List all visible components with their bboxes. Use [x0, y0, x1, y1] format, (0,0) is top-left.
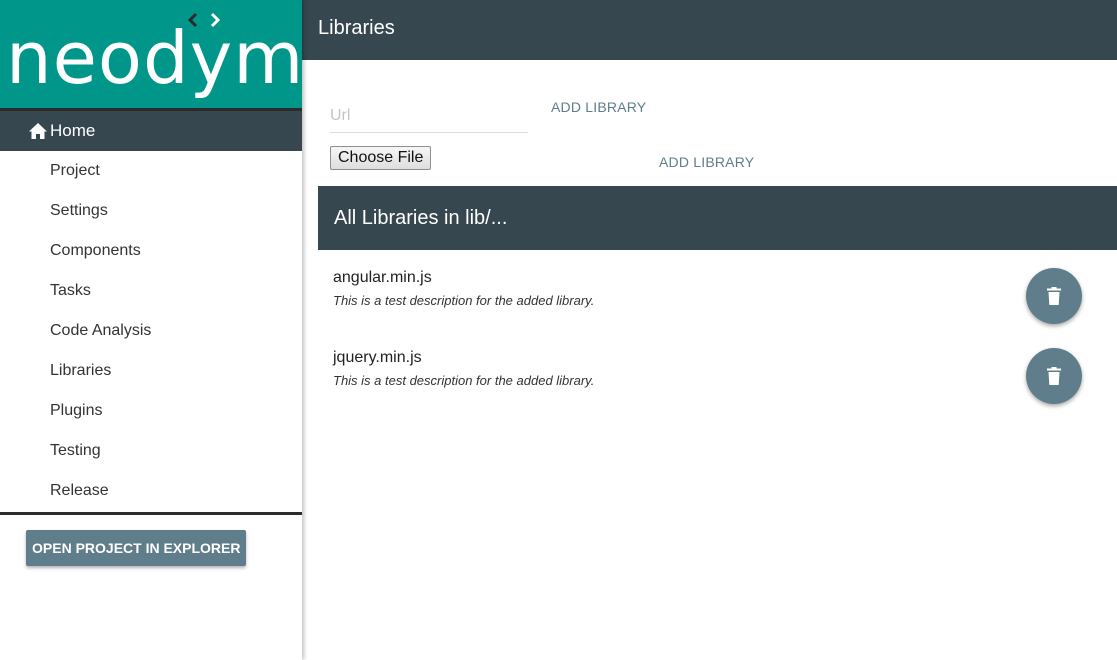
- sidebar-item-label: Home: [50, 121, 96, 140]
- logo-area: neodym: [0, 0, 302, 108]
- delete-library-button[interactable]: [1026, 268, 1082, 324]
- sidebar-divider: [0, 512, 302, 515]
- sidebar-item-label: Libraries: [50, 362, 112, 379]
- choose-file-button[interactable]: Choose File: [330, 146, 432, 170]
- trash-icon: [1047, 367, 1061, 385]
- add-library-file-button[interactable]: ADD LIBRARY: [659, 154, 754, 170]
- sidebar-item-code-analysis[interactable]: Code Analysis: [0, 311, 302, 351]
- sidebar-item-label: Plugins: [50, 402, 103, 419]
- sidebar-item-tasks[interactable]: Tasks: [0, 271, 302, 311]
- section-title: All Libraries in lib/...: [334, 207, 508, 229]
- sidebar-item-settings[interactable]: Settings: [0, 191, 302, 231]
- sidebar-item-label: Code Analysis: [50, 322, 152, 339]
- list-item: jquery.min.js This is a test description…: [333, 349, 1093, 409]
- sidebar-item-libraries[interactable]: Libraries: [0, 351, 302, 391]
- page-title: Libraries: [318, 17, 395, 39]
- open-project-in-explorer-button[interactable]: OPEN PROJECT IN EXPLORER: [26, 530, 247, 566]
- sidebar-item-plugins[interactable]: Plugins: [0, 391, 302, 431]
- sidebar-item-label: Tasks: [50, 282, 91, 299]
- library-description: This is a test description for the added…: [333, 293, 595, 308]
- home-icon: [29, 123, 47, 139]
- sidebar-item-label: Components: [50, 242, 141, 259]
- url-input[interactable]: [330, 100, 528, 133]
- add-library-url-button[interactable]: ADD LIBRARY: [551, 99, 646, 115]
- sidebar-item-project[interactable]: Project: [0, 151, 302, 191]
- logo: neodym: [6, 16, 302, 100]
- library-name: jquery.min.js: [333, 349, 422, 366]
- libraries-section-header: All Libraries in lib/...: [318, 186, 1117, 250]
- sidebar-item-label: Settings: [50, 202, 108, 219]
- sidebar-item-home[interactable]: Home: [0, 111, 302, 151]
- library-name: angular.min.js: [333, 269, 432, 286]
- sidebar-item-testing[interactable]: Testing: [0, 431, 302, 471]
- trash-icon: [1047, 287, 1061, 305]
- sidebar-item-label: Testing: [50, 442, 101, 459]
- logo-accent-marks: [187, 12, 221, 28]
- sidebar-item-components[interactable]: Components: [0, 231, 302, 271]
- app-header: Libraries: [302, 0, 1117, 60]
- list-item: angular.min.js This is a test descriptio…: [333, 269, 1093, 329]
- sidebar-item-label: Release: [50, 482, 109, 499]
- sidebar-item-release[interactable]: Release: [0, 471, 302, 511]
- sidebar-item-label: Project: [50, 162, 100, 179]
- delete-library-button[interactable]: [1026, 348, 1082, 404]
- sidebar-nav: Project Settings Components Tasks Code A…: [0, 151, 302, 511]
- sidebar: neodym Home Project Settings Components …: [0, 0, 302, 660]
- library-description: This is a test description for the added…: [333, 373, 595, 388]
